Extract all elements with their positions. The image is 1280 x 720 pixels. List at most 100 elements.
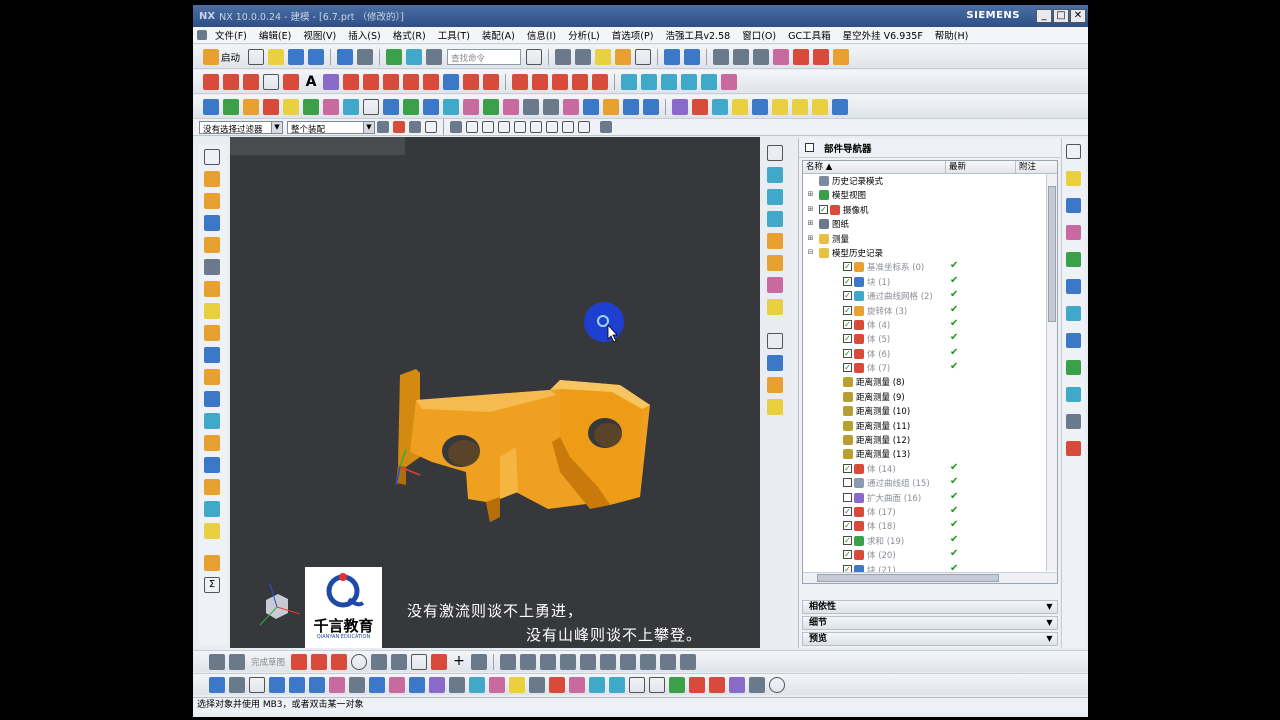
sync-arrow-right-icon[interactable] xyxy=(289,676,305,693)
save-as-icon[interactable] xyxy=(308,48,325,65)
delete-face-icon[interactable] xyxy=(463,98,479,115)
menu-file[interactable]: 文件(F) xyxy=(209,28,253,42)
pattern-icon[interactable] xyxy=(303,98,319,115)
feature-emboss-icon[interactable] xyxy=(204,435,220,451)
sync-linear-dim-icon[interactable] xyxy=(609,676,625,693)
draft-icon[interactable] xyxy=(263,98,279,115)
sync-group-face-icon[interactable] xyxy=(669,676,685,693)
redo-icon[interactable] xyxy=(357,48,374,65)
command-finder-icon[interactable] xyxy=(406,48,423,65)
minimize-button[interactable]: _ xyxy=(1036,9,1052,23)
snap-surface-icon[interactable] xyxy=(578,121,590,133)
mirror-icon[interactable] xyxy=(323,98,339,115)
vector-icon[interactable] xyxy=(813,48,830,65)
wcs-icon[interactable] xyxy=(773,48,790,65)
sync-arrow-left-icon[interactable] xyxy=(269,676,285,693)
graphics-viewport[interactable]: 千言教育 QIANYAN EDUCATION 没有激流则谈不上勇进， 没有山峰则… xyxy=(230,137,760,648)
navigator-row[interactable]: ✓ 体 (7) ✔ xyxy=(803,361,1057,375)
menu-insert[interactable]: 插入(S) xyxy=(342,28,386,42)
row-visibility-checkbox[interactable]: ✓ xyxy=(843,506,852,516)
view-front-icon[interactable] xyxy=(621,73,637,90)
search-icon[interactable] xyxy=(526,48,543,65)
select-all-icon[interactable] xyxy=(393,121,405,133)
sync-copy-face-icon[interactable] xyxy=(389,676,405,693)
open-file-icon[interactable] xyxy=(268,48,285,65)
system-scenes-icon[interactable] xyxy=(1066,441,1081,456)
snapshot-icon[interactable] xyxy=(204,555,220,571)
sync-cut-face-icon[interactable] xyxy=(409,676,425,693)
process-studio-icon[interactable] xyxy=(1066,387,1081,402)
feature-pocket-icon[interactable] xyxy=(204,303,220,319)
calculator-icon[interactable] xyxy=(792,98,808,115)
sync-radial-dim-icon[interactable] xyxy=(649,676,665,693)
view-options-icon[interactable] xyxy=(721,73,737,90)
split-curve-icon[interactable] xyxy=(532,73,548,90)
feature-offset-icon[interactable] xyxy=(204,457,220,473)
sketch-rect-icon[interactable] xyxy=(204,149,220,165)
feature-cone-icon[interactable] xyxy=(204,215,220,231)
row-visibility-checkbox[interactable]: ✓ xyxy=(843,291,852,301)
trim-body-icon[interactable] xyxy=(523,98,539,115)
sync-make-perpendicular-icon[interactable] xyxy=(589,676,605,693)
navigator-row[interactable]: 历史记录模式 xyxy=(803,174,1057,188)
sketch-constraint-icon[interactable] xyxy=(560,653,577,670)
background-color-icon[interactable] xyxy=(635,48,652,65)
sync-offset-region-icon[interactable] xyxy=(249,676,265,693)
sketch-alternate-icon[interactable] xyxy=(660,653,677,670)
snap-existing-icon[interactable] xyxy=(562,121,574,133)
quick-extend-icon[interactable] xyxy=(520,653,537,670)
preview-section[interactable]: 预览 ▼ xyxy=(802,632,1058,646)
reuse-library-icon[interactable] xyxy=(1066,252,1081,267)
row-visibility-checkbox[interactable] xyxy=(843,492,852,502)
feature-thread-icon[interactable] xyxy=(204,413,220,429)
layer-manager-icon[interactable] xyxy=(767,333,783,349)
sketch-offset-icon[interactable] xyxy=(471,653,488,670)
polygon-icon[interactable] xyxy=(283,73,299,90)
feature-rib-icon[interactable] xyxy=(204,391,220,407)
expand-icon[interactable]: ⊞ xyxy=(807,220,814,227)
navigator-row[interactable]: ✓ 求和 (19) ✔ xyxy=(803,534,1057,548)
copy-to-layer-icon[interactable] xyxy=(753,48,770,65)
sync-mirror-face-icon[interactable] xyxy=(449,676,465,693)
spline-icon[interactable] xyxy=(323,73,339,90)
moon-icon[interactable] xyxy=(812,98,828,115)
sync-make-coaxial-icon[interactable] xyxy=(509,676,525,693)
part-navigator-icon[interactable] xyxy=(1066,225,1081,240)
row-visibility-checkbox[interactable]: ✓ xyxy=(843,262,852,272)
sync-pull-face-icon[interactable] xyxy=(229,676,245,693)
column-up-to-date[interactable]: 最新 xyxy=(946,161,1016,173)
render-style-icon[interactable] xyxy=(575,48,592,65)
navigator-row[interactable]: ✓ 体 (17) ✔ xyxy=(803,505,1057,519)
save-icon[interactable] xyxy=(288,48,305,65)
chevron-down-icon[interactable]: ▼ xyxy=(1044,617,1055,629)
feature-slot-icon[interactable] xyxy=(204,347,220,363)
navigator-row[interactable]: ✓ 通过曲线网格 (2) ✔ xyxy=(803,289,1057,303)
shaded-sphere-icon[interactable] xyxy=(386,48,403,65)
chevron-down-icon[interactable]: ▼ xyxy=(1044,633,1055,645)
thicken-icon[interactable] xyxy=(563,98,579,115)
tree-horizontal-scrollbar[interactable] xyxy=(803,572,1057,583)
palette-icon[interactable] xyxy=(1066,306,1081,321)
menu-tools[interactable]: 工具(T) xyxy=(432,28,476,42)
expand-icon[interactable]: ⊞ xyxy=(807,205,814,213)
sketch-line-icon[interactable] xyxy=(311,653,328,670)
expand-icon[interactable]: ⊞ xyxy=(807,191,814,198)
profile-icon[interactable] xyxy=(291,653,308,670)
render-edges-icon[interactable] xyxy=(767,299,783,315)
edge-blend-icon[interactable] xyxy=(363,98,379,115)
navigator-row[interactable]: 距离测量 (9) xyxy=(803,390,1057,404)
sync-make-coplanar-icon[interactable] xyxy=(489,676,505,693)
rectangle-icon[interactable] xyxy=(263,73,279,90)
feature-block-icon[interactable] xyxy=(204,171,220,187)
view-pan-icon[interactable] xyxy=(767,377,783,393)
navigator-row[interactable]: ✓ 体 (20) ✔ xyxy=(803,548,1057,562)
view-orient-top-icon[interactable] xyxy=(767,189,783,205)
quick-trim-icon[interactable] xyxy=(500,653,517,670)
transform-icon[interactable] xyxy=(684,48,701,65)
sketch-icon[interactable] xyxy=(209,653,225,670)
plugin-icon[interactable] xyxy=(603,98,619,115)
sync-move-face-icon[interactable] xyxy=(209,676,225,693)
start-icon[interactable] xyxy=(203,48,219,65)
sphere-icon[interactable] xyxy=(595,48,612,65)
view-right-icon[interactable] xyxy=(661,73,677,90)
